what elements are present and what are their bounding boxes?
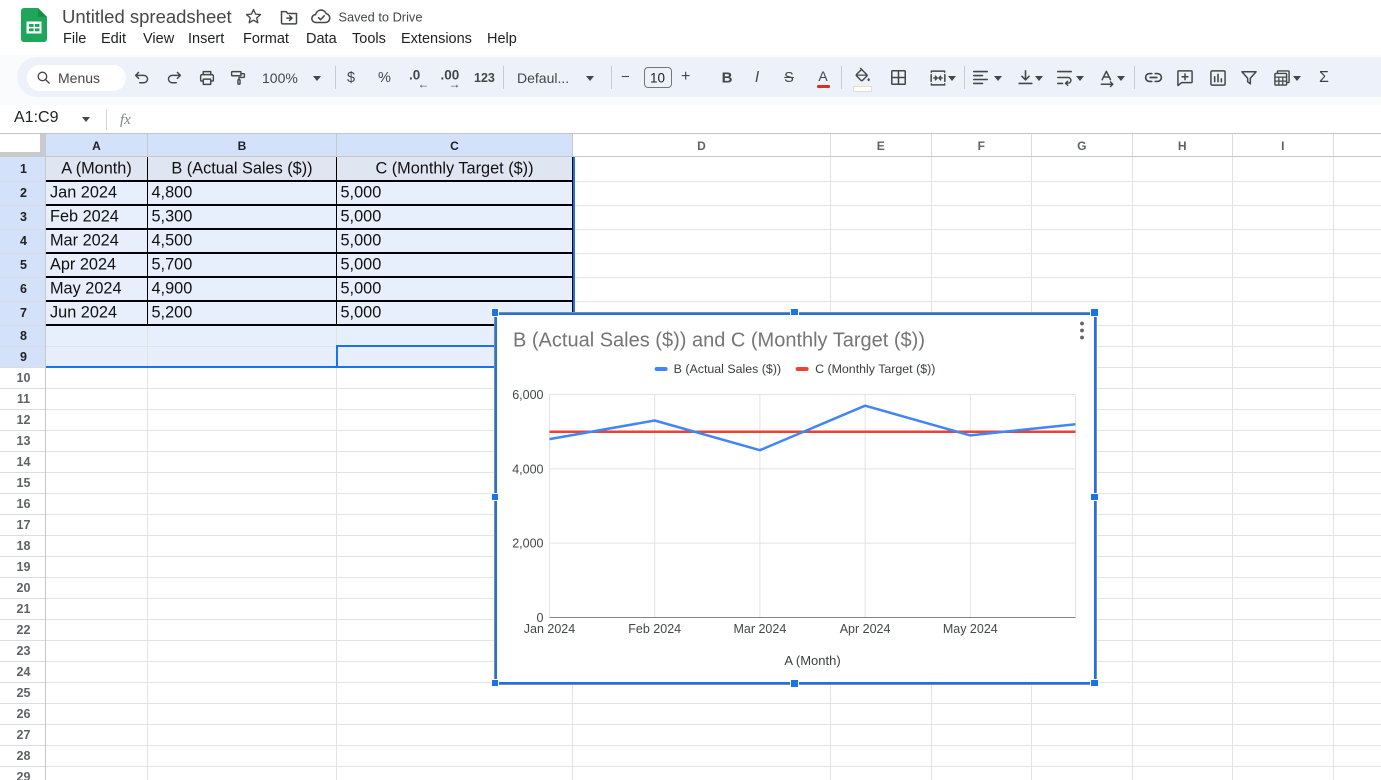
svg-text:May 2024: May 2024 [942,622,997,636]
svg-text:Mar 2024: Mar 2024 [733,622,786,636]
svg-text:6,000: 6,000 [512,388,543,402]
svg-text:2,000: 2,000 [512,536,543,550]
svg-text:Feb 2024: Feb 2024 [628,622,681,636]
svg-text:Apr 2024: Apr 2024 [839,622,890,636]
svg-text:Jan 2024: Jan 2024 [523,622,574,636]
svg-text:4,000: 4,000 [512,462,543,476]
svg-text:A (Month): A (Month) [784,653,840,668]
